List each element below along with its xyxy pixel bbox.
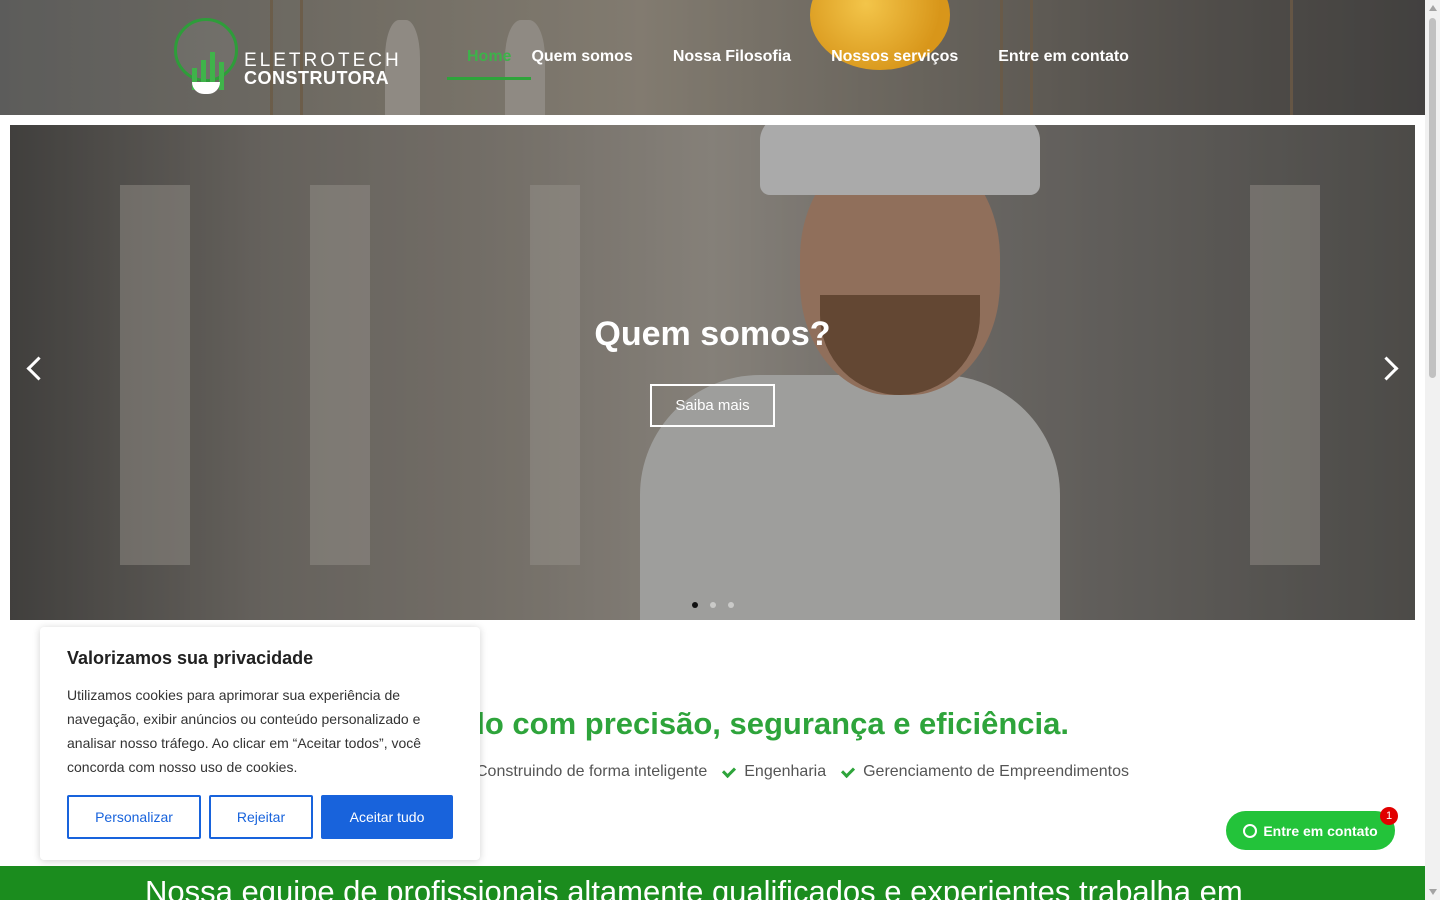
scroll-up-icon[interactable] (1429, 5, 1437, 11)
check-icon (722, 763, 737, 778)
nav-nossos-servicos[interactable]: Nossos serviços (811, 0, 978, 115)
scrollbar-thumb[interactable] (1429, 18, 1436, 378)
accept-all-button[interactable]: Aceitar tudo (321, 795, 453, 839)
hero-overlay (10, 125, 1415, 620)
hero-title: Quem somos? (594, 315, 831, 353)
site-header: ELETROTECH CONSTRUTORA Home Quem somos N… (0, 0, 1425, 115)
whatsapp-contact-button[interactable]: Entre em contato (1226, 811, 1395, 850)
nav-quem-somos[interactable]: Quem somos (511, 0, 652, 115)
whatsapp-icon (1243, 823, 1258, 838)
cookie-title: Valorizamos sua privacidade (67, 648, 314, 668)
logo-bar (219, 62, 224, 90)
customize-button[interactable]: Personalizar (67, 795, 201, 839)
nav-nossa-filosofia[interactable]: Nossa Filosofia (653, 0, 811, 115)
notification-badge: 1 (1380, 807, 1398, 825)
page-scrollbar[interactable] (1425, 0, 1440, 900)
scroll-down-icon[interactable] (1429, 889, 1437, 895)
nav-entre-em-contato[interactable]: Entre em contato (978, 0, 1149, 115)
team-banner: Nossa equipe de profissionais altamente … (0, 866, 1425, 900)
section-headline: ndo com precisão, segurança e eficiência… (447, 706, 1069, 741)
nav-home[interactable]: Home (447, 0, 533, 115)
bulb-base (192, 82, 220, 94)
logo-text-secondary: CONSTRUTORA (244, 68, 390, 88)
check-icon (841, 763, 856, 778)
feature-item: Engenharia (722, 763, 827, 781)
feature-label: Gerenciamento de Empreendimentos (863, 763, 1130, 780)
slider-dot-3[interactable] (728, 602, 734, 608)
feature-label: Construindo de forma inteligente (476, 763, 708, 780)
lightbulb-logo-icon (174, 18, 238, 82)
slider-dots (692, 602, 734, 608)
saiba-mais-button[interactable]: Saiba mais (650, 384, 775, 427)
scaffold-decoration (1290, 0, 1293, 115)
cookie-text: Utilizamos cookies para aprimorar sua ex… (67, 687, 422, 775)
team-banner-text: Nossa equipe de profissionais altamente … (145, 874, 1243, 900)
cookie-consent-dialog: Valorizamos sua privacidade Utilizamos c… (40, 627, 480, 860)
slider-dot-1[interactable] (692, 602, 698, 608)
hero-slider[interactable]: Quem somos? Saiba mais (10, 125, 1415, 620)
whatsapp-label: Entre em contato (1263, 822, 1378, 839)
feature-item: Gerenciamento de Empreendimentos (841, 763, 1130, 781)
feature-list: Construindo de forma inteligente Engenha… (476, 763, 1129, 781)
site-logo[interactable]: ELETROTECH CONSTRUTORA (174, 18, 399, 98)
slider-dot-2[interactable] (710, 602, 716, 608)
feature-item: Construindo de forma inteligente (476, 763, 707, 781)
feature-label: Engenharia (744, 763, 827, 780)
main-nav: Home Quem somos Nossa Filosofia Nossos s… (447, 0, 1149, 115)
reject-button[interactable]: Rejeitar (209, 795, 313, 839)
